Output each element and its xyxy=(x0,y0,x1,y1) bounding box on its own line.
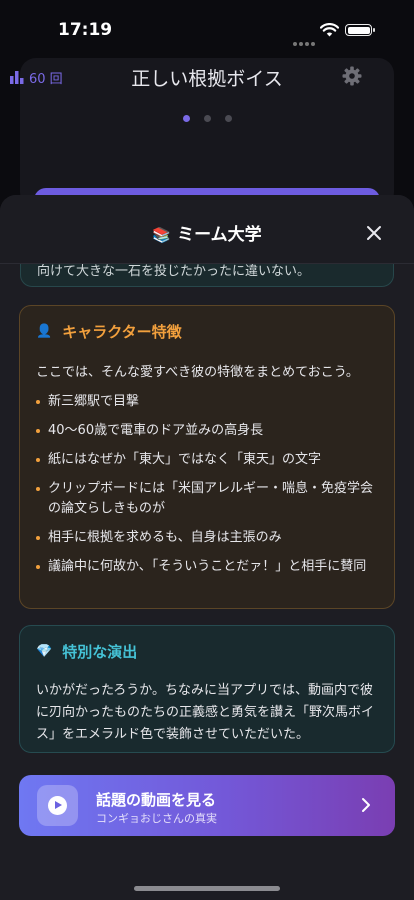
character-heading-text: キャラクター特徴 xyxy=(62,323,182,341)
watch-video-button[interactable]: 話題の動画を見る コンギョおじさんの真実 xyxy=(19,775,395,836)
character-card-heading: 👤 キャラクター特徴 xyxy=(36,321,378,342)
status-time: 17:19 xyxy=(58,20,113,40)
special-card-heading: 💎 特別な演出 xyxy=(36,641,378,662)
list-item: クリップボードには「米国アレルギー・喘息・免疫学会の論文らしきものが xyxy=(36,479,378,519)
list-item: 40〜60歳で電車のドア並みの高身長 xyxy=(36,421,378,441)
list-item: 新三郷駅で目撃 xyxy=(36,392,378,412)
gear-icon[interactable] xyxy=(342,66,362,86)
play-icon xyxy=(37,785,78,826)
page-indicator[interactable] xyxy=(0,107,414,126)
signal-icon xyxy=(293,31,317,50)
page-dot[interactable] xyxy=(224,115,232,122)
special-text: いかがだったろうか。ちなみに当アプリでは、動画内で彼に刃向かったものたちの正義感… xyxy=(36,683,375,742)
person-icon: 👤 xyxy=(36,324,53,339)
battery-icon xyxy=(345,24,375,36)
home-indicator[interactable] xyxy=(134,886,280,891)
list-item: 紙にはなぜか「東大」ではなく「東天」の文字 xyxy=(36,450,378,470)
close-icon[interactable] xyxy=(366,225,382,241)
character-list: 新三郷駅で目撃 40〜60歳で電車のドア並みの高身長 紙にはなぜか「東大」ではな… xyxy=(36,392,378,577)
chevron-right-icon xyxy=(362,798,370,812)
special-heading-text: 特別な演出 xyxy=(62,643,138,661)
page-dot-active[interactable] xyxy=(182,115,190,122)
bottom-sheet: 📚 ミーム大学 向けて大きな一石を投じたかったに違いない。 👤 キャラクター特徴 … xyxy=(0,195,414,900)
watch-video-title: 話題の動画を見る xyxy=(96,791,217,809)
sheet-title-text: ミーム大学 xyxy=(177,225,262,245)
wifi-icon xyxy=(320,23,339,37)
status-bar: 17:19 xyxy=(0,0,414,60)
character-card: 👤 キャラクター特徴 ここでは、そんな愛すべき彼の特徴をまとめておこう。 新三郷… xyxy=(19,305,395,609)
watch-video-subtitle: コンギョおじさんの真実 xyxy=(96,812,217,825)
diamond-icon: 💎 xyxy=(36,644,53,659)
list-item: 相手に根拠を求めるも、自身は主張のみ xyxy=(36,528,378,548)
character-intro: ここでは、そんな愛すべき彼の特徴をまとめておこう。 xyxy=(36,365,359,380)
sheet-header: 📚 ミーム大学 xyxy=(0,195,414,264)
sheet-title: 📚 ミーム大学 xyxy=(0,220,414,245)
books-icon: 📚 xyxy=(152,226,172,244)
special-card: 💎 特別な演出 いかがだったろうか。ちなみに当アプリでは、動画内で彼に刃向かった… xyxy=(19,625,395,753)
list-item: 議論中に何故か、「そういうことだァ！」と相手に賛同 xyxy=(36,557,378,577)
page-dot[interactable] xyxy=(203,115,211,122)
